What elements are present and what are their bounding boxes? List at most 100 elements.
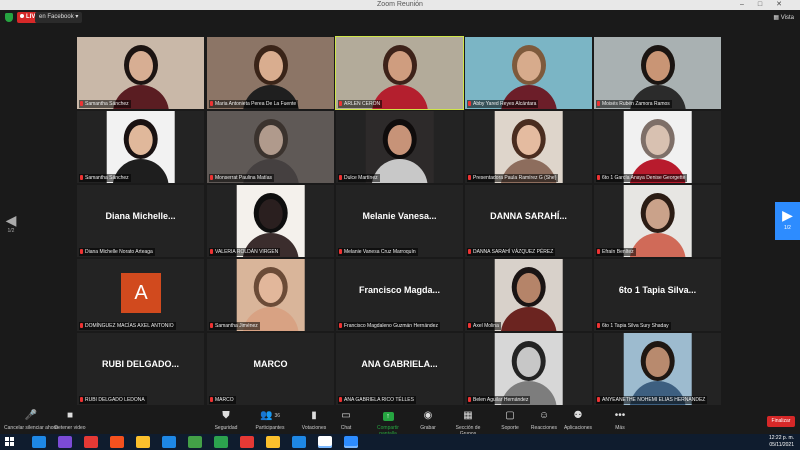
participant-tile[interactable]: Francisco Magda... Francisco Magdaleno Gu… [336, 259, 463, 331]
security-button[interactable]: ⛊ Seguridad [206, 410, 246, 431]
previous-page-button[interactable]: ◀ 1/2 [3, 212, 19, 242]
participant-tile[interactable]: DANNA SARAHÍ... DANNA SARAHÍ VÁZQUEZ PÉRE… [465, 185, 592, 257]
muted-mic-icon [597, 175, 600, 180]
participant-tile[interactable]: Moisés Rubén Zamora Ramos [594, 37, 721, 109]
participant-tile[interactable]: 6to 1 Tapia Silva... 6to 1 Tapia Silva Su… [594, 259, 721, 331]
muted-mic-icon [468, 323, 471, 328]
participant-tile[interactable]: Maria Antonieta Perea De La Fuente [207, 37, 334, 109]
participant-name: Efraín Benítez [602, 249, 634, 255]
muted-mic-icon [597, 249, 600, 254]
spotify-icon[interactable] [188, 436, 202, 448]
next-page-button[interactable]: ▶ 1/2 [775, 202, 800, 240]
view-button[interactable]: ▦ Vista [773, 13, 794, 23]
stop-video-icon: ■ [66, 410, 74, 421]
toolbar-button-label: Chat [340, 425, 352, 431]
stop-video-button[interactable]: ■ Detener video [50, 410, 90, 431]
participant-tile[interactable]: Belen Aguilar Hernández [465, 333, 592, 405]
participant-tile[interactable]: 6to 1 García Anaya Denise Georgette [594, 111, 721, 183]
media-player-icon[interactable] [318, 436, 332, 448]
participant-name-label: Axel Molina [467, 322, 501, 330]
participant-tile[interactable]: Axel Molina [465, 259, 592, 331]
participant-name: Axel Molina [473, 323, 499, 329]
participant-tile[interactable]: Presentadora Paula Ramírez G (She) [465, 111, 592, 183]
participant-name: 6to 1 García Anaya Denise Georgette [602, 175, 686, 181]
window-controls[interactable]: –□✕ [740, 0, 796, 10]
clock-date: 05/11/2021 [769, 442, 794, 448]
chrome-icon[interactable] [214, 436, 228, 448]
share-screen-button[interactable]: ↑Compartir pantalla [368, 410, 408, 437]
participant-tile[interactable]: A DOMÍNGUEZ MACÍAS AXEL ANTONIO [77, 259, 204, 331]
participant-face [258, 125, 283, 155]
muted-mic-icon [80, 175, 83, 180]
meeting-top-bar: LIVE en Facebook ▾ ▦ Vista [0, 10, 800, 26]
participant-tile[interactable]: Samantha Sánchez [77, 37, 204, 109]
participant-tile[interactable]: Diana Michelle... Diana Michelle Norato A… [77, 185, 204, 257]
participant-display-name: RUBI DELGADO... [101, 359, 179, 369]
participant-tile[interactable]: MARCO MARCO [207, 333, 334, 405]
participants-button[interactable]: 👥 36 Participantes [250, 410, 290, 431]
participant-tile[interactable]: VALERIA ROLDÁN VIRGEN [207, 185, 334, 257]
participant-tile[interactable]: ARLEN CERON [335, 36, 464, 110]
chrome-icon[interactable] [162, 436, 176, 448]
participant-video [623, 185, 692, 257]
chrome-icon[interactable] [84, 436, 98, 448]
breakout-rooms-button[interactable]: ▦Sección de Grupos [448, 410, 488, 437]
participant-name: Monserrat Paulina Matías [215, 175, 272, 181]
participant-name-label: Efraín Benítez [596, 248, 636, 256]
windows-start-icon[interactable] [5, 437, 15, 447]
participant-tile[interactable]: Abby Yared Reyes Alcántara [465, 37, 592, 109]
toolbar-button-label: Grabar [420, 425, 436, 431]
illustrator-icon[interactable] [58, 436, 72, 448]
muted-mic-icon [597, 101, 600, 106]
participant-name: VALERIA ROLDÁN VIRGEN [215, 249, 279, 255]
opera-icon[interactable] [110, 436, 124, 448]
participant-name-label: Samantha Sánchez [79, 100, 131, 108]
participant-tile[interactable]: RUBI DELGADO... RUBI DELGADO LEDONA [77, 333, 204, 405]
chat-button[interactable]: ▭ Chat [326, 410, 366, 431]
participant-video [494, 259, 563, 331]
participant-face [258, 199, 283, 229]
edge-icon[interactable] [32, 436, 46, 448]
photos-icon[interactable] [266, 436, 280, 448]
share-screen-icon: ↑ [368, 410, 408, 422]
participant-tile[interactable]: Dulce Martínez [336, 111, 463, 183]
participant-name-label: Moisés Rubén Zamora Ramos [596, 100, 672, 108]
participant-tile[interactable]: Melanie Vanesa... Melanie Vanesa Cruz Mar… [336, 185, 463, 257]
muted-mic-icon [339, 175, 342, 180]
participant-body [629, 233, 686, 257]
participant-name-label: Monserrat Paulina Matías [209, 174, 274, 182]
word-icon[interactable] [292, 436, 306, 448]
participant-name: Maria Antonieta Perea De La Fuente [215, 101, 297, 107]
participant-name-label: 6to 1 García Anaya Denise Georgette [596, 174, 688, 182]
file-explorer-icon[interactable] [136, 436, 150, 448]
participant-face [387, 51, 412, 81]
participant-tile[interactable]: Samantha Sánchez [77, 111, 204, 183]
record-button[interactable]: ◉ Grabar [408, 410, 448, 431]
taskbar-clock[interactable]: 12:22 p. m. 05/11/2021 [769, 435, 794, 449]
participant-face [645, 347, 670, 377]
muted-mic-icon [210, 175, 213, 180]
encryption-shield-icon[interactable] [5, 13, 13, 22]
zoom-icon[interactable] [344, 436, 358, 448]
view-label: Vista [780, 15, 794, 21]
participant-video [336, 37, 463, 109]
participant-tile[interactable]: ANA GABRIELA... ANA GABRIELA RICO TÉLLES [336, 333, 463, 405]
participant-tile[interactable]: Efraín Benítez [594, 185, 721, 257]
muted-mic-icon [468, 249, 471, 254]
zoom-window: Zoom Reunión –□✕ LIVE en Facebook ▾ ▦ Vi… [0, 0, 800, 450]
participant-tile[interactable]: Samantha Jiménez [207, 259, 334, 331]
clock-time: 12:22 p. m. [768, 435, 794, 441]
participant-face [645, 199, 670, 229]
participant-display-name: 6to 1 Tapia Silva... [618, 285, 697, 295]
participant-tile[interactable]: Monserrat Paulina Matías [207, 111, 334, 183]
more-button[interactable]: ••• Más [600, 410, 640, 431]
end-meeting-button[interactable]: Finalizar [767, 416, 795, 427]
chrome-icon[interactable] [240, 436, 254, 448]
participant-name-label: Maria Antonieta Perea De La Fuente [209, 100, 299, 108]
participant-tile[interactable]: ANYEANETHE NOHEMI ELIAS HERNANDEZ [594, 333, 721, 405]
apps-button[interactable]: ⚉ Aplicaciones [558, 410, 598, 431]
participant-name: Melanie Vanesa Cruz Marroquín [344, 249, 416, 255]
live-platform-dropdown[interactable]: en Facebook ▾ [35, 12, 83, 23]
participant-face [645, 51, 670, 81]
participant-display-name: DANNA SARAHÍ... [490, 211, 567, 221]
